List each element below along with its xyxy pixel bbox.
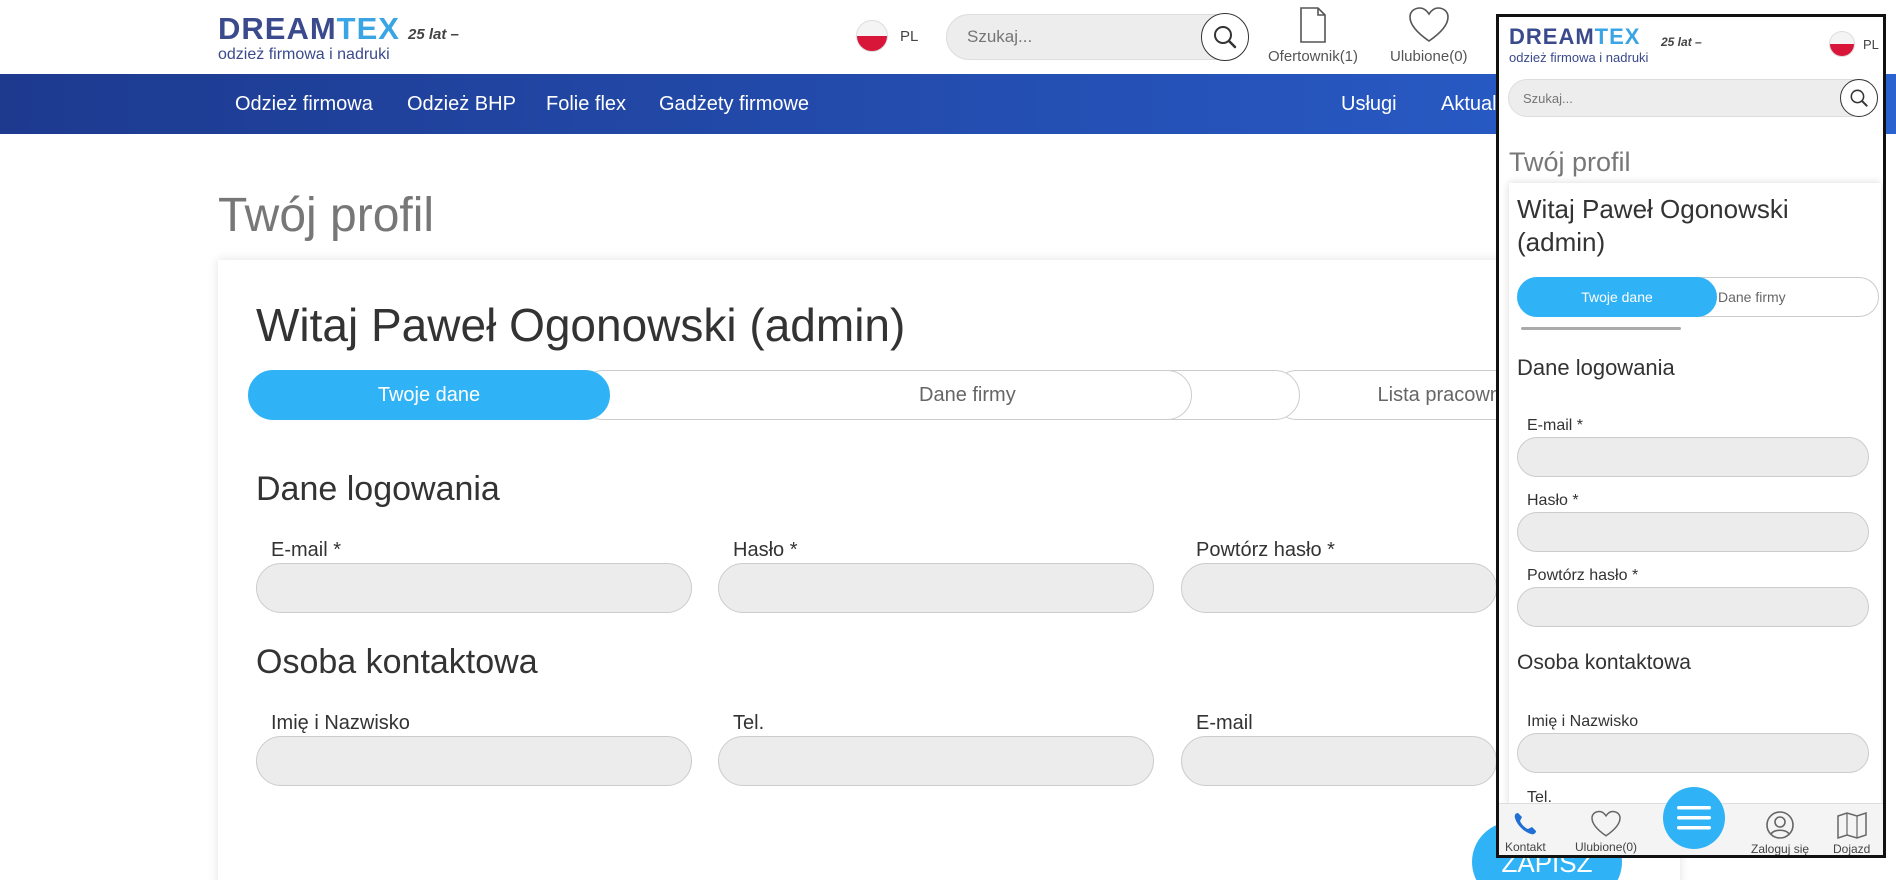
mobile-repeat-password-field[interactable]	[1517, 587, 1869, 627]
nav-item-gadzety[interactable]: Gadżety firmowe	[659, 74, 809, 134]
phone-field[interactable]	[718, 736, 1154, 786]
mobile-logo-years: 25 lat –	[1661, 35, 1702, 49]
mobile-repeat-password-label: Powtórz hasło *	[1527, 567, 1639, 584]
mobile-login-section-title: Dane logowania	[1517, 355, 1675, 380]
mobile-preview: DREAMTEX odzież firmowa i nadruki 25 lat…	[1496, 14, 1886, 858]
repeat-password-label: Powtórz hasło *	[1196, 539, 1335, 561]
heart-icon	[1408, 7, 1449, 42]
mobile-password-field[interactable]	[1517, 512, 1869, 552]
nav-item-uslugi[interactable]: Usługi	[1341, 74, 1397, 134]
mobile-full-name-label: Imię i Nazwisko	[1527, 713, 1639, 730]
search-button[interactable]	[1201, 13, 1249, 61]
mobile-full-name-field[interactable]	[1517, 733, 1869, 773]
mobile-search-bar	[1508, 79, 1878, 117]
mobile-welcome-heading: Witaj Paweł Ogonowski (admin)	[1517, 194, 1789, 257]
mobile-tab-dane-firmy-label: Dane firmy	[1718, 289, 1786, 305]
search-icon	[1214, 26, 1237, 49]
mobile-tab-twoje-dane[interactable]: Twoje dane	[1517, 277, 1717, 317]
mobile-search-button[interactable]	[1840, 79, 1878, 117]
mobile-poland-flag-icon	[1829, 31, 1855, 57]
favorites-label: Ulubione(0)	[1390, 48, 1468, 65]
profile-tabs: Lista pracownikó Adresy Dane firmy Twoje…	[248, 370, 1632, 420]
nav-item-odziez-bhp[interactable]: Odzież BHP	[407, 74, 516, 134]
password-field[interactable]	[718, 563, 1154, 613]
email-label: E-mail *	[271, 539, 342, 561]
logo-brand-dream: DREAM	[218, 11, 337, 46]
mobile-login-button[interactable]: Zaloguj się	[1751, 810, 1810, 856]
full-name-label: Imię i Nazwisko	[271, 712, 410, 734]
phone-icon	[1515, 813, 1537, 835]
mobile-directions-label: Dojazd	[1833, 842, 1871, 856]
mobile-logo-brand-dream: DREAM	[1509, 24, 1595, 49]
page-title: Twój profil	[218, 189, 435, 242]
mobile-directions-button[interactable]: Dojazd	[1833, 810, 1871, 856]
tab-dane-firmy-label: Dane firmy	[919, 384, 1016, 406]
contact-email-label: E-mail	[1196, 712, 1253, 734]
mobile-page-title: Twój profil	[1509, 147, 1631, 177]
mobile-language-switcher[interactable]: PL	[1829, 31, 1879, 57]
mobile-favorites-label: Ulubione(0)	[1575, 840, 1638, 854]
mobile-tabs-scrollbar[interactable]	[1521, 327, 1681, 330]
offers-link[interactable]: Ofertownik(1)	[1268, 6, 1358, 65]
mobile-logo[interactable]: DREAMTEX odzież firmowa i nadruki 25 lat…	[1509, 25, 1729, 69]
mobile-contact-label: Kontakt	[1505, 840, 1546, 854]
repeat-password-field[interactable]	[1181, 563, 1497, 613]
document-icon	[1300, 7, 1326, 43]
search-input[interactable]	[967, 15, 1187, 59]
email-field[interactable]	[256, 563, 692, 613]
search-bar	[946, 13, 1249, 61]
poland-flag-icon	[856, 20, 888, 52]
user-icon	[1766, 811, 1794, 839]
logo-tagline: odzież firmowa i nadruki	[218, 46, 390, 63]
password-label: Hasło *	[733, 539, 798, 561]
tab-twoje-dane[interactable]: Twoje dane	[248, 370, 610, 420]
hamburger-menu-icon	[1677, 806, 1711, 830]
language-label: PL	[900, 27, 919, 45]
phone-label: Tel.	[733, 712, 765, 734]
offers-label: Ofertownik(1)	[1268, 48, 1359, 65]
logo-brand-tex: TEX	[336, 11, 400, 46]
login-section-title: Dane logowania	[256, 470, 500, 508]
nav-item-folie-flex[interactable]: Folie flex	[546, 74, 626, 134]
mobile-logo-wordmark: DREAMTEX	[1509, 25, 1640, 49]
mobile-language-label: PL	[1863, 36, 1879, 52]
mobile-logo-brand-tex: TEX	[1594, 24, 1641, 49]
mobile-search-input[interactable]	[1523, 80, 1823, 116]
tab-dane-firmy[interactable]: Dane firmy	[578, 370, 1192, 420]
mobile-favorites-button[interactable]: Ulubione(0)	[1575, 810, 1637, 854]
mobile-heart-icon	[1591, 810, 1621, 837]
nav-item-aktualnosci[interactable]: Aktual	[1441, 74, 1497, 134]
logo-wordmark: DREAMTEX	[218, 12, 400, 46]
mobile-email-label: E-mail *	[1527, 417, 1584, 434]
logo[interactable]: DREAMTEX odzież firmowa i nadruki 25 lat…	[218, 12, 478, 64]
mobile-menu-button[interactable]	[1663, 787, 1725, 849]
welcome-heading: Witaj Paweł Ogonowski (admin)	[256, 299, 906, 351]
mobile-contact-section-title: Osoba kontaktowa	[1517, 651, 1691, 674]
mobile-password-label: Hasło *	[1527, 492, 1579, 509]
mobile-contact-button[interactable]: Kontakt	[1505, 810, 1546, 854]
logo-years: 25 lat –	[408, 26, 459, 43]
mobile-search-icon	[1850, 89, 1868, 107]
mobile-login-label: Zaloguj się	[1751, 842, 1810, 856]
favorites-link[interactable]: Ulubione(0)	[1390, 6, 1468, 65]
full-name-field[interactable]	[256, 736, 692, 786]
mobile-email-field[interactable]	[1517, 437, 1869, 477]
mobile-logo-tagline: odzież firmowa i nadruki	[1509, 50, 1649, 65]
mobile-profile-tabs: Dane firmy Twoje dane	[1517, 277, 1879, 317]
map-icon	[1836, 811, 1867, 840]
nav-item-odziez-firmowa[interactable]: Odzież firmowa	[235, 74, 373, 134]
contact-email-field[interactable]	[1181, 736, 1497, 786]
language-switcher[interactable]: PL	[856, 20, 918, 52]
contact-section-title: Osoba kontaktowa	[256, 643, 538, 681]
